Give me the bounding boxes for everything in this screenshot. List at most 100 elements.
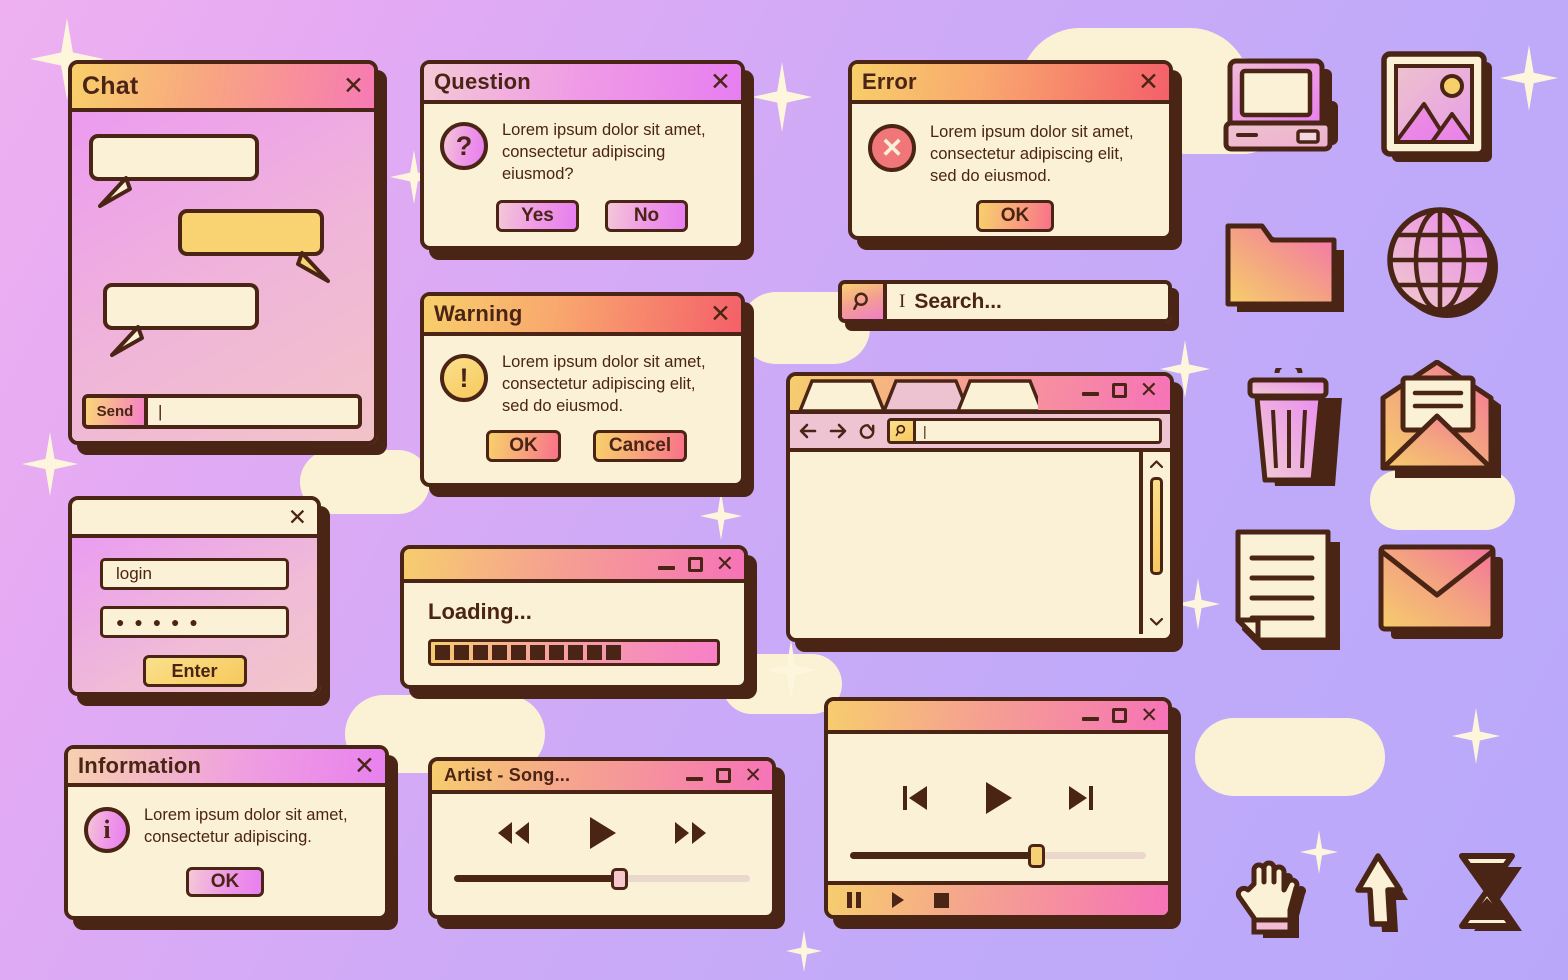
envelope-icon[interactable] [1375,543,1507,643]
question-titlebar: Question ✕ [424,64,741,104]
image-photo-icon[interactable] [1380,50,1500,170]
send-button-label: Send [96,403,134,420]
maximize-icon[interactable] [1112,708,1128,723]
enter-button-label: Enter [171,660,218,681]
close-icon[interactable]: ✕ [710,301,731,327]
ok-button[interactable]: OK [186,867,264,897]
minimize-icon[interactable] [657,565,675,570]
sparkle-icon [752,62,812,132]
progress-bar-fill [431,642,621,663]
video-seek-slider[interactable] [850,844,1146,868]
warning-titlebar: Warning ✕ [424,296,741,336]
ok-button-label: OK [509,434,538,456]
browser-titlebar: ✕ [790,376,1170,414]
progress-bar [428,639,720,666]
close-icon[interactable]: ✕ [710,69,731,95]
chat-title: Chat [82,71,139,100]
music-titlebar: Artist - Song... ✕ [432,761,772,794]
address-input[interactable]: | [916,421,1159,441]
arrow-right-icon[interactable] [828,422,848,440]
play-icon[interactable] [890,891,905,909]
close-icon[interactable]: ✕ [354,753,375,779]
seek-thumb[interactable] [610,868,628,890]
yes-button-label: Yes [521,204,554,226]
close-icon[interactable]: ✕ [716,553,734,575]
ok-button[interactable]: OK [976,199,1054,232]
close-icon[interactable]: ✕ [1140,379,1158,401]
hand-cursor-icon[interactable] [1232,848,1312,940]
x-cross-glyph: ✕ [880,132,904,163]
arrow-left-icon[interactable] [798,422,818,440]
search-input[interactable]: I Search... [887,284,1168,319]
x-cross-icon: ✕ [868,124,916,172]
exclamation-glyph: ! [459,362,469,393]
minimize-icon[interactable] [1082,717,1100,721]
sparkle-icon [700,492,742,540]
open-envelope-icon[interactable] [1375,359,1507,488]
fast-forward-icon[interactable] [671,819,711,847]
minimize-icon[interactable] [686,777,704,781]
error-dialog: Error ✕ ✕ Lorem ipsum dolor sit amet, co… [848,60,1173,240]
rewind-icon[interactable] [493,819,533,847]
computer-icon[interactable] [1222,55,1342,165]
search-button[interactable] [842,284,887,319]
chat-input-row: Send | [82,394,362,429]
password-value: ● ● ● ● ● [116,614,201,630]
ok-button[interactable]: OK [486,429,561,462]
password-field[interactable]: ● ● ● ● ● [100,606,289,638]
minimize-icon[interactable] [1081,391,1099,396]
maximize-icon[interactable] [716,768,732,783]
chat-bubble-tail [110,325,144,357]
scrollbar-thumb[interactable] [1150,477,1163,575]
browser-address-bar[interactable]: | [887,418,1162,444]
skip-forward-icon[interactable] [1064,781,1098,815]
seek-progress [850,852,1034,859]
no-button[interactable]: No [605,199,688,232]
login-body: login ● ● ● ● ● Enter [72,538,317,692]
document-icon[interactable] [1232,528,1344,656]
globe-icon[interactable] [1385,205,1503,323]
music-title: Artist - Song... [444,765,571,785]
magnifier-icon [895,424,905,437]
close-icon[interactable]: ✕ [343,73,364,99]
close-icon[interactable]: ✕ [1138,69,1159,95]
browser-scrollbar[interactable] [1139,452,1170,634]
music-seek-slider[interactable] [454,868,750,890]
browser-window: ✕ | [786,372,1174,642]
send-button[interactable]: Send [86,398,148,425]
seek-thumb[interactable] [1027,844,1045,868]
loading-status-text: Loading... [428,599,532,624]
play-icon[interactable] [980,778,1016,818]
trash-bin-icon[interactable] [1240,361,1345,493]
stop-icon[interactable] [933,892,950,909]
chat-message-input[interactable]: | [148,398,358,425]
maximize-icon[interactable] [687,556,703,572]
skip-back-icon[interactable] [898,781,932,815]
close-icon[interactable]: ✕ [288,505,307,529]
search-bar: I Search... [838,280,1172,323]
arrow-cursor-icon[interactable] [1350,850,1418,936]
chat-window: Chat ✕ Send | [68,60,378,445]
cancel-button[interactable]: Cancel [593,429,687,462]
browser-tabs[interactable] [798,373,1038,411]
enter-button[interactable]: Enter [142,655,247,687]
ok-button-label: OK [210,871,240,892]
address-search-button[interactable] [890,421,916,441]
reload-icon[interactable] [858,422,877,441]
play-icon[interactable] [585,814,619,852]
music-player-window: Artist - Song... ✕ [428,757,776,919]
chat-body: Send | [72,112,374,441]
folder-icon[interactable] [1222,212,1347,317]
pause-icon[interactable] [846,891,862,909]
close-icon[interactable]: ✕ [744,765,762,786]
close-icon[interactable]: ✕ [1140,705,1158,726]
chevron-down-icon[interactable] [1149,616,1164,627]
hourglass-cursor-icon[interactable] [1450,850,1528,936]
maximize-icon[interactable] [1111,382,1127,398]
chat-bubble-incoming [103,283,259,330]
magnifier-icon [852,292,868,310]
chevron-up-icon[interactable] [1149,459,1164,470]
username-field[interactable]: login [100,558,289,590]
yes-button[interactable]: Yes [496,199,579,232]
information-title: Information [78,753,202,778]
